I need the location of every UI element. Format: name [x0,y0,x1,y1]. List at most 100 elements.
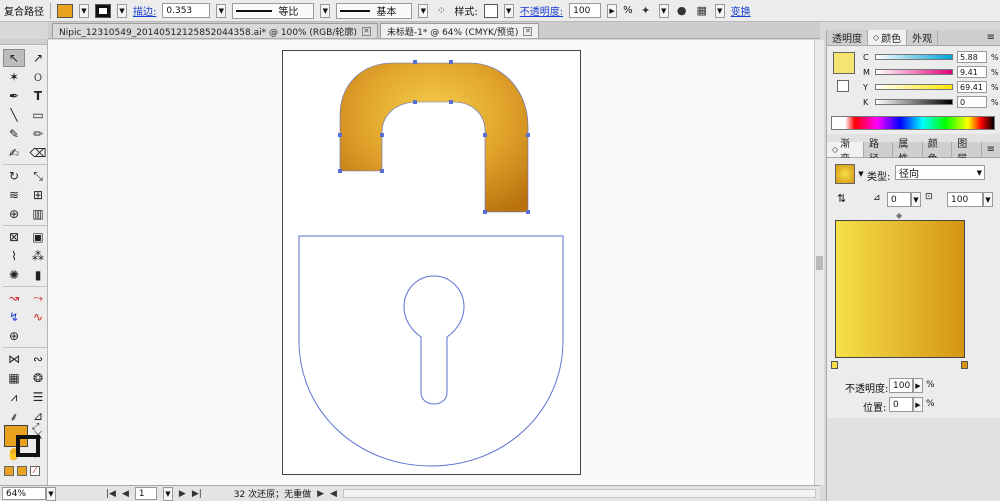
aspect-ratio-field[interactable]: 100 [947,192,983,207]
eraser-tool-icon[interactable]: ⌫ [27,144,49,162]
tab-color-2[interactable]: 颜色 [923,139,953,165]
channel-value-field[interactable]: 69.41 [957,81,987,93]
horizontal-scrollbar[interactable] [342,489,816,498]
style-dropdown-icon[interactable]: ▼ [503,3,514,18]
panel-menu-icon[interactable]: ≡ [982,30,1000,45]
fill-swatch[interactable] [57,3,73,18]
last-artboard-icon[interactable]: ▶| [192,489,202,499]
line-tool-icon[interactable]: ╲ [3,106,25,124]
document-tab-nipic[interactable]: Nipic_12310549_20140512125852044358.ai* … [52,23,378,38]
artboard[interactable] [282,50,581,475]
page-field[interactable]: 1 [134,487,157,500]
pen-tool-icon[interactable]: ✒ [3,87,25,105]
document-setup-icon[interactable]: ● [675,4,689,18]
angle-field[interactable]: 0 [887,192,911,207]
style-swatch[interactable] [483,3,498,18]
opacity-label-link[interactable]: 不透明度: [520,3,563,18]
recolor-dropdown-icon[interactable]: ▼ [658,3,669,18]
align-dropdown-icon[interactable]: ▼ [714,3,725,18]
reverse-gradient-icon[interactable]: ⇅ [837,192,846,205]
gradient-preview[interactable] [835,220,965,358]
lasso-tool-icon[interactable]: ଠ [27,68,49,86]
gradient-type-select[interactable]: 径向 ▼ [895,165,985,180]
gradient-opacity-field[interactable]: 100 [889,378,913,393]
stroke-weight-field[interactable]: 0.353 [162,3,211,18]
symbol-sprayer-tool-icon[interactable]: ✺ [3,266,25,284]
polar-grid-tool-icon[interactable]: ❂ [27,369,49,387]
tab-gradient[interactable]: ◇渐变 [827,139,864,165]
close-icon[interactable]: ✕ [523,26,533,36]
graph-tool-icon[interactable]: ⩘ [3,388,25,406]
channel-value-field[interactable]: 9.41 [957,66,987,78]
gradient-thumbnail-dropdown-icon[interactable]: ▼ [856,167,866,181]
angle-dropdown-icon[interactable]: ▼ [911,192,921,207]
artboard-tool-icon[interactable]: ⋈ [3,350,25,368]
page-dropdown-icon[interactable]: ▼ [162,486,173,501]
rectangle-tool-icon[interactable]: ▭ [27,106,49,124]
channel-value-field[interactable]: 5.88 [957,51,987,63]
tab-color[interactable]: ◇ 颜色 [868,30,908,45]
aspect-ratio-dropdown-icon[interactable]: ▼ [983,192,993,207]
tab-appearance[interactable]: 外观 [907,30,939,45]
rotate-tool-icon[interactable]: ↻ [3,167,25,185]
scroll-left-icon[interactable]: ◀ [330,489,337,499]
perspective-grid-tool-icon[interactable]: ▥ [27,205,49,223]
channel-slider[interactable] [875,54,953,60]
brush-dropdown-icon[interactable]: ▼ [418,3,429,18]
opacity-field[interactable]: 100 [569,3,602,18]
color-fill-preview[interactable] [833,52,855,74]
pencil-tool-icon[interactable]: ✏ [27,125,49,143]
path-tool-red-curve-icon[interactable]: ⤳ [27,289,49,307]
first-artboard-icon[interactable]: |◀ [106,489,116,499]
eyedropper-alt-icon[interactable]: ⸙ [3,407,25,425]
brush-options-icon[interactable]: ⁘ [434,4,448,18]
close-icon[interactable]: ✕ [361,26,371,36]
stroke-color-box[interactable] [16,435,40,457]
align-list-icon[interactable]: ☰ [27,388,49,406]
blend-tool-icon[interactable]: ⁂ [27,247,49,265]
stroke-dropdown-icon[interactable]: ▼ [117,3,127,18]
recolor-artwork-icon[interactable]: ✦ [639,4,653,18]
document-tab-untitled[interactable]: 未标题-1* @ 64% (CMYK/预览) ✕ [379,23,540,38]
paintbrush-tool-icon[interactable]: ✎ [3,125,25,143]
path-tool-blue-icon[interactable]: ↯ [3,308,25,326]
eyedropper-tool-icon[interactable]: ⌇ [3,247,25,265]
status-menu-icon[interactable]: ▶ [317,489,324,499]
swap-fill-stroke-icon[interactable]: ⤢ [32,422,39,432]
gradient-midpoint-icon[interactable]: ◆ [896,211,902,220]
canvas-area[interactable] [48,40,814,485]
next-artboard-icon[interactable]: ▶ [179,489,186,499]
gradient-slider-track[interactable] [835,362,965,363]
stroke-label-link[interactable]: 描边: [133,3,156,18]
scrollbar-thumb[interactable] [816,256,823,270]
transform-link[interactable]: 变换 [731,3,751,18]
path-tool-red-icon[interactable]: ↝ [3,289,25,307]
direct-selection-tool-icon[interactable]: ↗ [27,49,49,67]
fill-stroke-widget[interactable]: ⤢ [4,422,42,459]
gradient-tool-icon[interactable]: ▣ [27,228,49,246]
stroke-swatch[interactable] [95,3,111,18]
stroke-weight-dropdown-icon[interactable]: ▼ [216,3,227,18]
brush-definition[interactable]: 基本 [336,2,413,19]
channel-slider[interactable] [875,84,953,90]
selection-tool-icon[interactable]: ↖ [3,49,25,67]
channel-slider[interactable] [875,99,953,105]
globe-tool-icon[interactable]: ⊕ [3,327,25,345]
slice-tool-icon[interactable]: ∾ [27,350,49,368]
none-mode-icon[interactable]: ⁄ [30,466,40,476]
gradient-position-field[interactable]: 0 [889,397,913,412]
gradient-thumbnail[interactable] [835,164,855,184]
fill-dropdown-icon[interactable]: ▼ [79,3,89,18]
gradient-stop-end[interactable] [961,361,968,369]
tab-attributes[interactable]: 属性 [893,139,923,165]
color-mode-icon[interactable] [4,466,14,476]
mesh-tool-icon[interactable]: ⊠ [3,228,25,246]
blob-brush-tool-icon[interactable]: ✍ [3,144,25,162]
warp-tool-icon[interactable]: ≋ [3,186,25,204]
channel-value-field[interactable]: 0 [957,96,987,108]
tab-transparency[interactable]: 透明度 [827,30,868,45]
profile-dropdown-icon[interactable]: ▼ [320,3,331,18]
opacity-dropdown-icon[interactable]: ▶ [607,3,618,18]
panel-menu-icon[interactable]: ≡ [982,142,1000,157]
tab-layers[interactable]: 图层 [952,139,982,165]
